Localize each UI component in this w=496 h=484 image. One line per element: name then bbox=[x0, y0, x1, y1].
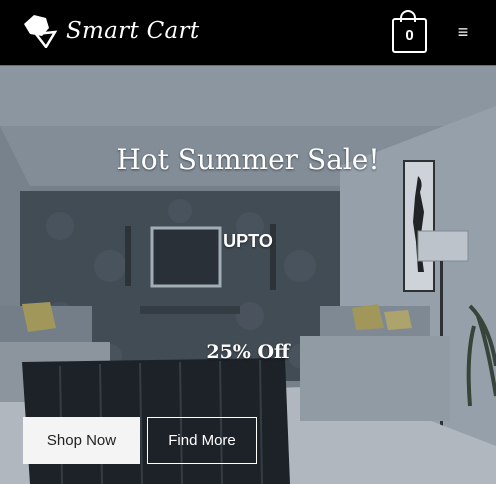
hero-headline: Hot Summer Sale! bbox=[116, 143, 380, 176]
shop-now-button[interactable]: Shop Now bbox=[23, 417, 140, 464]
hero-banner: Hot Summer Sale! UPTO 25% Off Shop Now F… bbox=[0, 66, 496, 484]
hero-upto-label: UPTO bbox=[223, 231, 273, 251]
cart-count-badge: 0 bbox=[405, 27, 414, 44]
top-navigation-bar: Smart Cart 0 ≡ bbox=[0, 0, 496, 66]
hero-discount-text: 25% Off bbox=[206, 341, 290, 363]
find-more-button[interactable]: Find More bbox=[147, 417, 257, 464]
cube-logo-icon[interactable] bbox=[22, 14, 58, 48]
brand-name[interactable]: Smart Cart bbox=[66, 14, 199, 48]
cart-button[interactable]: 0 bbox=[392, 10, 428, 53]
hamburger-menu-icon[interactable]: ≡ bbox=[450, 23, 476, 42]
